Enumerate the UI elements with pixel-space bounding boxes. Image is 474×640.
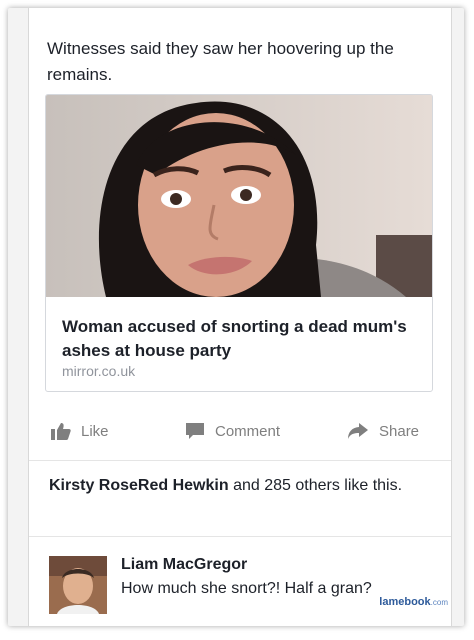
thumbs-up-icon <box>51 423 71 440</box>
post-text: Witnesses said they saw her hoovering up… <box>47 39 394 84</box>
commenter-avatar-image <box>49 556 107 614</box>
comment-text: How much she snort?! Half a gran? <box>121 580 372 597</box>
likes-summary: Kirsty RoseRed Hewkin and 285 others lik… <box>49 474 429 498</box>
comment-icon <box>186 423 204 439</box>
avatar[interactable] <box>49 556 107 614</box>
comment-label: Comment <box>215 422 281 440</box>
watermark-suffix: .com <box>430 598 448 607</box>
link-preview[interactable]: Woman accused of snorting a dead mum's a… <box>45 94 433 392</box>
like-label: Like <box>81 422 109 440</box>
lamebook-watermark: lamebook.com <box>379 596 448 608</box>
divider <box>29 536 451 537</box>
comment-button[interactable]: Comment <box>185 418 280 444</box>
share-button[interactable]: Share <box>347 418 419 444</box>
action-bar: Like Comment Share <box>29 404 451 461</box>
link-preview-domain: mirror.co.uk <box>62 363 136 379</box>
liker-name[interactable]: Kirsty RoseRed Hewkin <box>49 477 229 494</box>
link-preview-image[interactable] <box>46 95 432 297</box>
woman-photo <box>46 95 432 297</box>
commenter-name[interactable]: Liam MacGregor <box>121 556 247 574</box>
like-button[interactable]: Like <box>51 418 109 444</box>
screenshot-frame: Witnesses said they saw her hoovering up… <box>8 8 464 626</box>
share-label: Share <box>379 422 420 440</box>
link-preview-title[interactable]: Woman accused of snorting a dead mum's a… <box>62 315 412 363</box>
watermark-brand: lamebook <box>379 596 431 608</box>
post-card: Witnesses said they saw her hoovering up… <box>28 8 452 626</box>
likes-rest: and 285 others like this. <box>233 477 403 494</box>
share-arrow-icon <box>348 423 368 439</box>
